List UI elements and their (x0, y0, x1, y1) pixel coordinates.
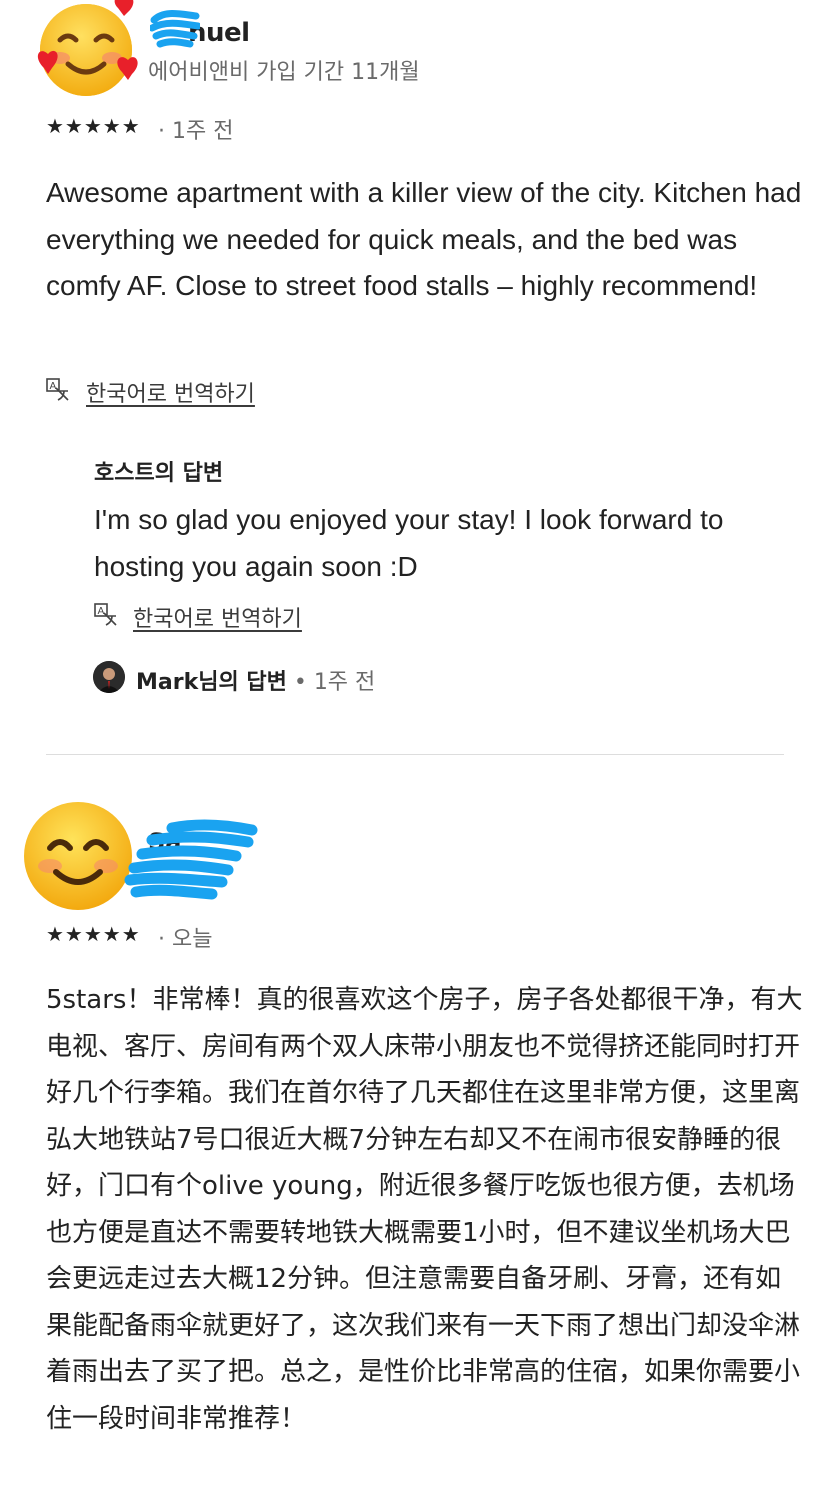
star-rating: ★★★★★ (46, 922, 141, 946)
review-text: 5stars！非常棒！真的很喜欢这个房子，房子各处都很干净，有大电视、客厅、房间… (46, 985, 803, 1434)
host-response-time: • 1주 전 (293, 670, 376, 695)
svg-text:A: A (50, 381, 57, 392)
review-time: · 1주 전 (158, 119, 234, 144)
host-translate-link[interactable]: 한국어로 번역하기 (133, 601, 302, 633)
redaction-scribble (148, 6, 202, 54)
svg-text:A: A (98, 606, 105, 617)
smiling-face-with-hearts-icon (37, 0, 138, 96)
review-time: · 오늘 (158, 927, 213, 952)
redaction-scribble (112, 818, 262, 908)
host-response-text: I'm so glad you enjoyed your stay! I loo… (94, 504, 724, 582)
reviewer-avatar[interactable] (30, 0, 140, 98)
host-response-title: 호스트의 답변 (94, 461, 224, 486)
translate-icon: A (46, 378, 70, 402)
review-text: Awesome apartment with a killer view of … (46, 177, 802, 301)
member-since: 에어비앤비 가입 기간 11개월 (148, 60, 420, 85)
host-response-meta: Mark님의 답변 • 1주 전 (136, 664, 375, 696)
translate-icon: A (94, 603, 118, 627)
review-divider (46, 754, 784, 755)
translate-link[interactable]: 한국어로 번역하기 (86, 376, 255, 408)
host-avatar[interactable] (93, 661, 125, 693)
host-responder-name: Mark님의 답변 (136, 670, 287, 695)
star-rating: ★★★★★ (46, 114, 141, 138)
